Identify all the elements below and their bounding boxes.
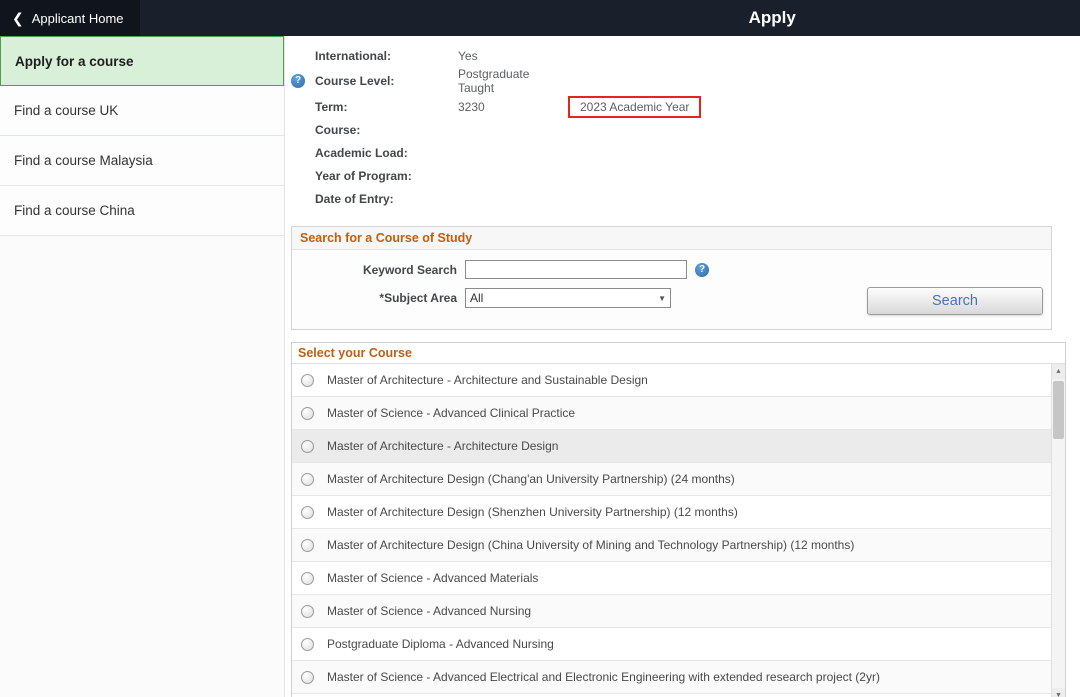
detail-label: Term: [315,100,458,114]
detail-label: International: [315,49,458,63]
detail-label: Academic Load: [315,146,458,160]
course-label: Master of Science - Advanced Electrical … [327,670,880,684]
radio-button-icon[interactable] [301,572,314,585]
radio-button-icon[interactable] [301,539,314,552]
sidebar-item-find-a-course-china[interactable]: Find a course China [0,186,284,236]
course-list: Master of Architecture - Architecture an… [292,364,1051,697]
highlighted-value: 2023 Academic Year [568,96,701,118]
keyword-search-label: Keyword Search [300,263,465,277]
detail-row: ? Course Level:Postgraduate Taught [291,67,1066,95]
course-row[interactable]: Master of Science - Advanced Electrical … [292,661,1051,694]
detail-row: ?Year of Program: [291,164,1066,187]
sidebar-item-apply-for-a-course[interactable]: Apply for a course [0,36,284,86]
radio-button-icon[interactable] [301,473,314,486]
course-row[interactable]: Master of Architecture Design (Shenzhen … [292,496,1051,529]
keyword-search-input[interactable] [465,260,687,279]
detail-value: Postgraduate Taught [458,67,568,95]
applicant-home-button[interactable]: ❮ Applicant Home [0,0,140,36]
radio-button-icon[interactable] [301,407,314,420]
sidebar-item-find-a-course-uk[interactable]: Find a course UK [0,86,284,136]
detail-row: ?Date of Entry: [291,187,1066,210]
scrollbar-thumb[interactable] [1053,381,1064,439]
radio-button-icon[interactable] [301,374,314,387]
course-row[interactable]: Master of Architecture - Architecture an… [292,364,1051,397]
subject-area-value: All [470,291,483,305]
main-content: ?International:Yes?Course Level:Postgrad… [285,36,1080,697]
subject-area-select[interactable]: All ▼ [465,288,671,308]
course-label: Master of Architecture - Architecture De… [327,439,558,453]
course-row[interactable]: Master of Architecture - Architecture De… [292,430,1051,463]
radio-button-icon[interactable] [301,638,314,651]
detail-label: Year of Program: [315,169,458,183]
detail-label: Course: [315,123,458,137]
detail-value: 3230 [458,100,568,114]
radio-button-icon[interactable] [301,671,314,684]
course-list-section: Select your Course Master of Architectur… [291,342,1066,697]
search-section-title: Search for a Course of Study [292,227,1051,250]
help-icon[interactable]: ? [291,74,305,88]
sidebar-item-find-a-course-malaysia[interactable]: Find a course Malaysia [0,136,284,186]
course-row[interactable]: Master of Architecture Design (China Uni… [292,529,1051,562]
detail-value: Yes [458,49,568,63]
course-label: Master of Science - Advanced Nursing [327,604,531,618]
radio-button-icon[interactable] [301,605,314,618]
course-label: Master of Architecture Design (China Uni… [327,538,854,552]
course-row[interactable]: Master of Science - Advanced Clinical Pr… [292,397,1051,430]
detail-row: ?International:Yes [291,44,1066,67]
course-label: Master of Science - Advanced Clinical Pr… [327,406,575,420]
scrollbar[interactable]: ▲ ▼ [1051,364,1065,697]
back-chevron-icon: ❮ [12,11,24,25]
radio-button-icon[interactable] [301,506,314,519]
course-label: Master of Architecture - Architecture an… [327,373,648,387]
course-row[interactable]: Postgraduate Diploma - Advanced Nursing [292,628,1051,661]
subject-area-label: *Subject Area [300,291,465,305]
course-label: Master of Architecture Design (Chang'an … [327,472,735,486]
help-icon[interactable]: ? [695,263,709,277]
search-button[interactable]: Search [867,287,1043,315]
course-row[interactable]: Master of Science - Advanced Nursing [292,595,1051,628]
detail-row: ?Course: [291,118,1066,141]
application-details: ?International:Yes? Course Level:Postgrad… [291,44,1066,210]
course-label: Master of Architecture Design (Shenzhen … [327,505,738,519]
scroll-down-arrow-icon[interactable]: ▼ [1052,688,1065,697]
course-label: Master of Science - Advanced Materials [327,571,538,585]
top-bar: ❮ Applicant Home Apply [0,0,1080,36]
scroll-up-arrow-icon[interactable]: ▲ [1052,364,1065,379]
detail-label: Course Level: [315,74,458,88]
radio-button-icon[interactable] [301,440,314,453]
page-title: Apply [749,0,796,36]
course-search-section: Search for a Course of Study Keyword Sea… [291,226,1052,330]
dropdown-arrow-icon: ▼ [658,294,666,303]
detail-row: ?Term:32302023 Academic Year [291,95,1066,118]
back-label: Applicant Home [32,11,124,26]
search-form: Keyword Search ? *Subject Area All ▼ Sea… [292,250,1051,329]
course-row[interactable]: Master of Architecture Design (Chang'an … [292,463,1051,496]
course-label: Postgraduate Diploma - Advanced Nursing [327,637,554,651]
detail-row: ?Academic Load: [291,141,1066,164]
course-row[interactable]: Master of Science - Advanced Materials [292,562,1051,595]
detail-label: Date of Entry: [315,192,458,206]
course-section-title: Select your Course [292,343,1065,363]
sidebar: Apply for a courseFind a course UKFind a… [0,36,285,697]
